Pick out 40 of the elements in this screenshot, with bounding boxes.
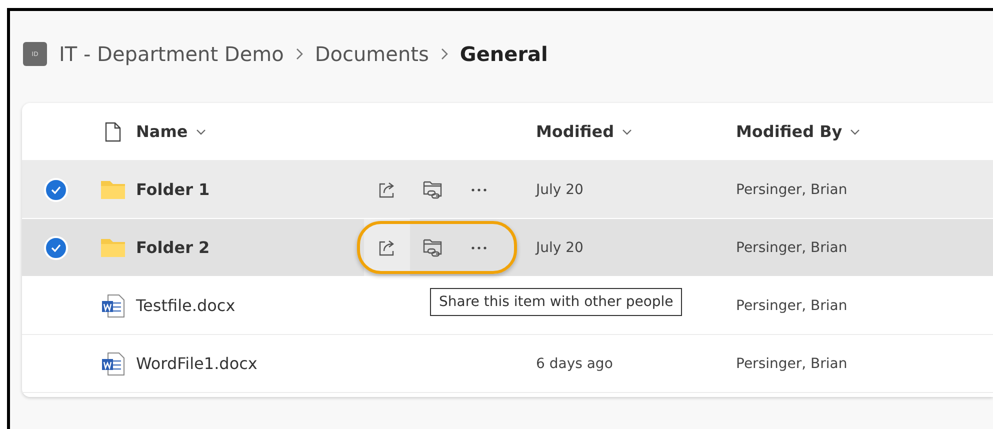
tooltip: Share this item with other people: [430, 288, 682, 316]
folder-icon: [100, 180, 126, 200]
word-document-icon: [101, 294, 125, 318]
checkmark-icon[interactable]: [44, 178, 68, 202]
folder-link-icon: [423, 238, 443, 256]
column-header[interactable]: Modified By: [736, 122, 993, 141]
breadcrumb-link[interactable]: Documents: [314, 42, 429, 66]
breadcrumb-link[interactable]: IT - Department Demo: [59, 42, 284, 66]
file-name[interactable]: Folder 2: [136, 238, 364, 257]
modified-by: Persinger, Brian: [736, 356, 848, 372]
file-type-icon: [105, 122, 121, 142]
word-document-icon: [101, 352, 125, 376]
folder-link-icon: [423, 180, 443, 198]
more-icon: [471, 246, 487, 250]
column-header[interactable]: Modified: [536, 122, 736, 141]
share-icon: [378, 238, 396, 256]
file-name[interactable]: WordFile1.docx: [136, 354, 364, 373]
file-row[interactable]: WordFile1.docx 6 days ago Persinger, Brian: [22, 335, 993, 393]
file-row[interactable]: Folder 2 July 20 Persinger, Brian: [22, 219, 993, 277]
modified-by: Persinger, Brian: [736, 182, 848, 198]
share-icon: [378, 180, 396, 198]
chevron-down-icon: [622, 128, 632, 134]
more-icon: [471, 188, 487, 192]
column-header[interactable]: Name: [136, 122, 364, 141]
modified-by: Persinger, Brian: [736, 240, 848, 256]
chevron-right-icon: [440, 48, 448, 60]
chevron-down-icon: [196, 128, 206, 134]
breadcrumb-link[interactable]: General: [460, 42, 548, 66]
chevron-down-icon: [850, 128, 860, 134]
file-row[interactable]: Folder 1 July 20 Persinger, Brian: [22, 161, 993, 219]
folder-icon: [100, 238, 126, 258]
modified-date: July 20: [536, 182, 584, 198]
modified-date: July 20: [536, 240, 584, 256]
modified-by: Persinger, Brian: [736, 298, 848, 314]
share-button[interactable]: [364, 219, 410, 276]
modified-date: 6 days ago: [536, 356, 614, 372]
checkmark-icon[interactable]: [44, 236, 68, 260]
chevron-right-icon: [296, 48, 303, 60]
file-name[interactable]: Testfile.docx: [136, 296, 364, 315]
file-name[interactable]: Folder 1: [136, 180, 364, 199]
